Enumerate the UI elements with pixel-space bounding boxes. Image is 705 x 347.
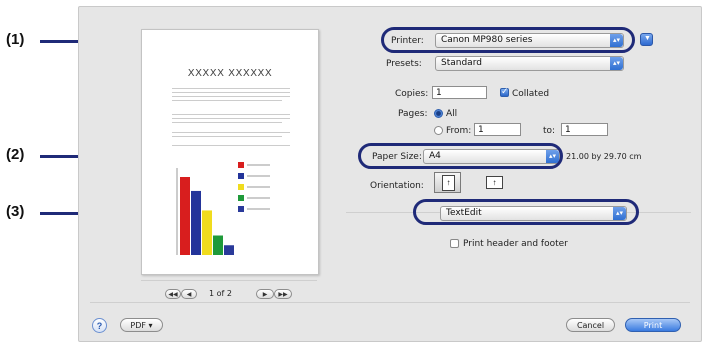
preview-first-page-button[interactable]: ◀◀ [165,289,181,299]
printer-select-value: Canon MP980 series [441,35,533,45]
preview-last-page-button[interactable]: ▶▶ [274,289,292,299]
pages-all-radio[interactable] [434,109,443,118]
preview-chart [176,162,270,255]
print-options-select-value: TextEdit [446,208,482,218]
printer-label: Printer: [391,36,424,46]
presets-select[interactable]: Standard ▴▾ [435,56,624,71]
chevron-updown-icon: ▴▾ [613,207,626,220]
chevron-updown-icon: ▴▾ [610,57,623,70]
preview-text-line [172,92,290,93]
pages-all-label: All [446,109,458,119]
portrait-orientation-icon: ↑ [442,175,455,191]
preview-chart-bar [202,210,212,255]
print-header-checkbox[interactable] [450,239,459,248]
preview-text-line [172,132,290,133]
preview-text-line [172,114,290,115]
pages-to-input[interactable]: 1 [561,123,608,136]
preview-text-line [172,145,290,146]
preview-text-line [172,122,282,123]
paper-size-dimensions: 21.00 by 29.70 cm [566,152,642,161]
collated-label: Collated [512,89,550,99]
preview-legend-swatch [238,173,244,179]
paper-size-select[interactable]: A4 ▴▾ [423,149,560,164]
chevron-updown-icon: ▴▾ [610,34,623,47]
presets-label: Presets: [386,59,422,69]
orientation-portrait-button[interactable]: ↑ [434,172,461,193]
pages-from-label: From: [446,126,472,136]
preview-legend-swatch [238,184,244,190]
preview-text-line [172,96,290,97]
cancel-button[interactable]: Cancel [566,318,615,332]
pages-from-radio[interactable] [434,126,443,135]
pages-to-label: to: [543,126,556,136]
collated-checkbox[interactable] [500,86,509,97]
preview-next-page-button[interactable]: ▶ [256,289,274,299]
print-options-select[interactable]: TextEdit ▴▾ [440,206,627,221]
help-button[interactable]: ? [92,318,107,333]
callout-1: (1) [6,31,25,48]
preview-legend-swatch [238,195,244,201]
pages-label: Pages: [398,109,428,119]
page-preview: XXXXX XXXXXX [141,29,319,275]
orientation-label: Orientation: [370,181,424,191]
print-button[interactable]: Print [625,318,681,332]
presets-select-value: Standard [441,58,482,68]
chevron-updown-icon: ▴▾ [546,150,559,163]
preview-chart-bar [224,245,234,255]
preview-text-line [172,88,290,89]
page-indicator: 1 of 2 [209,289,232,298]
preview-chart-bar [191,190,201,255]
paper-size-select-value: A4 [429,151,441,161]
preview-separator [141,280,317,281]
preview-chart-bar [180,177,190,255]
preview-legend-swatch [238,162,244,168]
callout-3: (3) [6,203,25,220]
preview-text-line [172,136,282,137]
orientation-landscape-button[interactable]: ↑ [482,172,506,193]
paper-size-label: Paper Size: [372,152,422,162]
help-icon: ? [96,321,103,331]
landscape-orientation-icon: ↑ [486,176,503,189]
pdf-menu-button[interactable]: PDF ▾ [120,318,163,332]
preview-text-line [172,118,290,119]
preview-legend-swatch [238,206,244,212]
disclosure-triangle-icon: ▼ [644,35,651,42]
preview-title: XXXXX XXXXXX [187,68,273,79]
pages-from-input[interactable]: 1 [474,123,521,136]
callout-2: (2) [6,146,25,163]
printer-select[interactable]: Canon MP980 series ▴▾ [435,33,624,48]
copies-label: Copies: [395,89,429,99]
preview-prev-page-button[interactable]: ◀ [181,289,197,299]
bottom-separator [90,302,690,303]
preview-text-line [172,100,282,101]
disclosure-button[interactable]: ▼ [640,33,653,46]
copies-input[interactable]: 1 [432,86,487,99]
print-header-label: Print header and footer [463,239,568,249]
preview-chart-bar [213,235,223,255]
